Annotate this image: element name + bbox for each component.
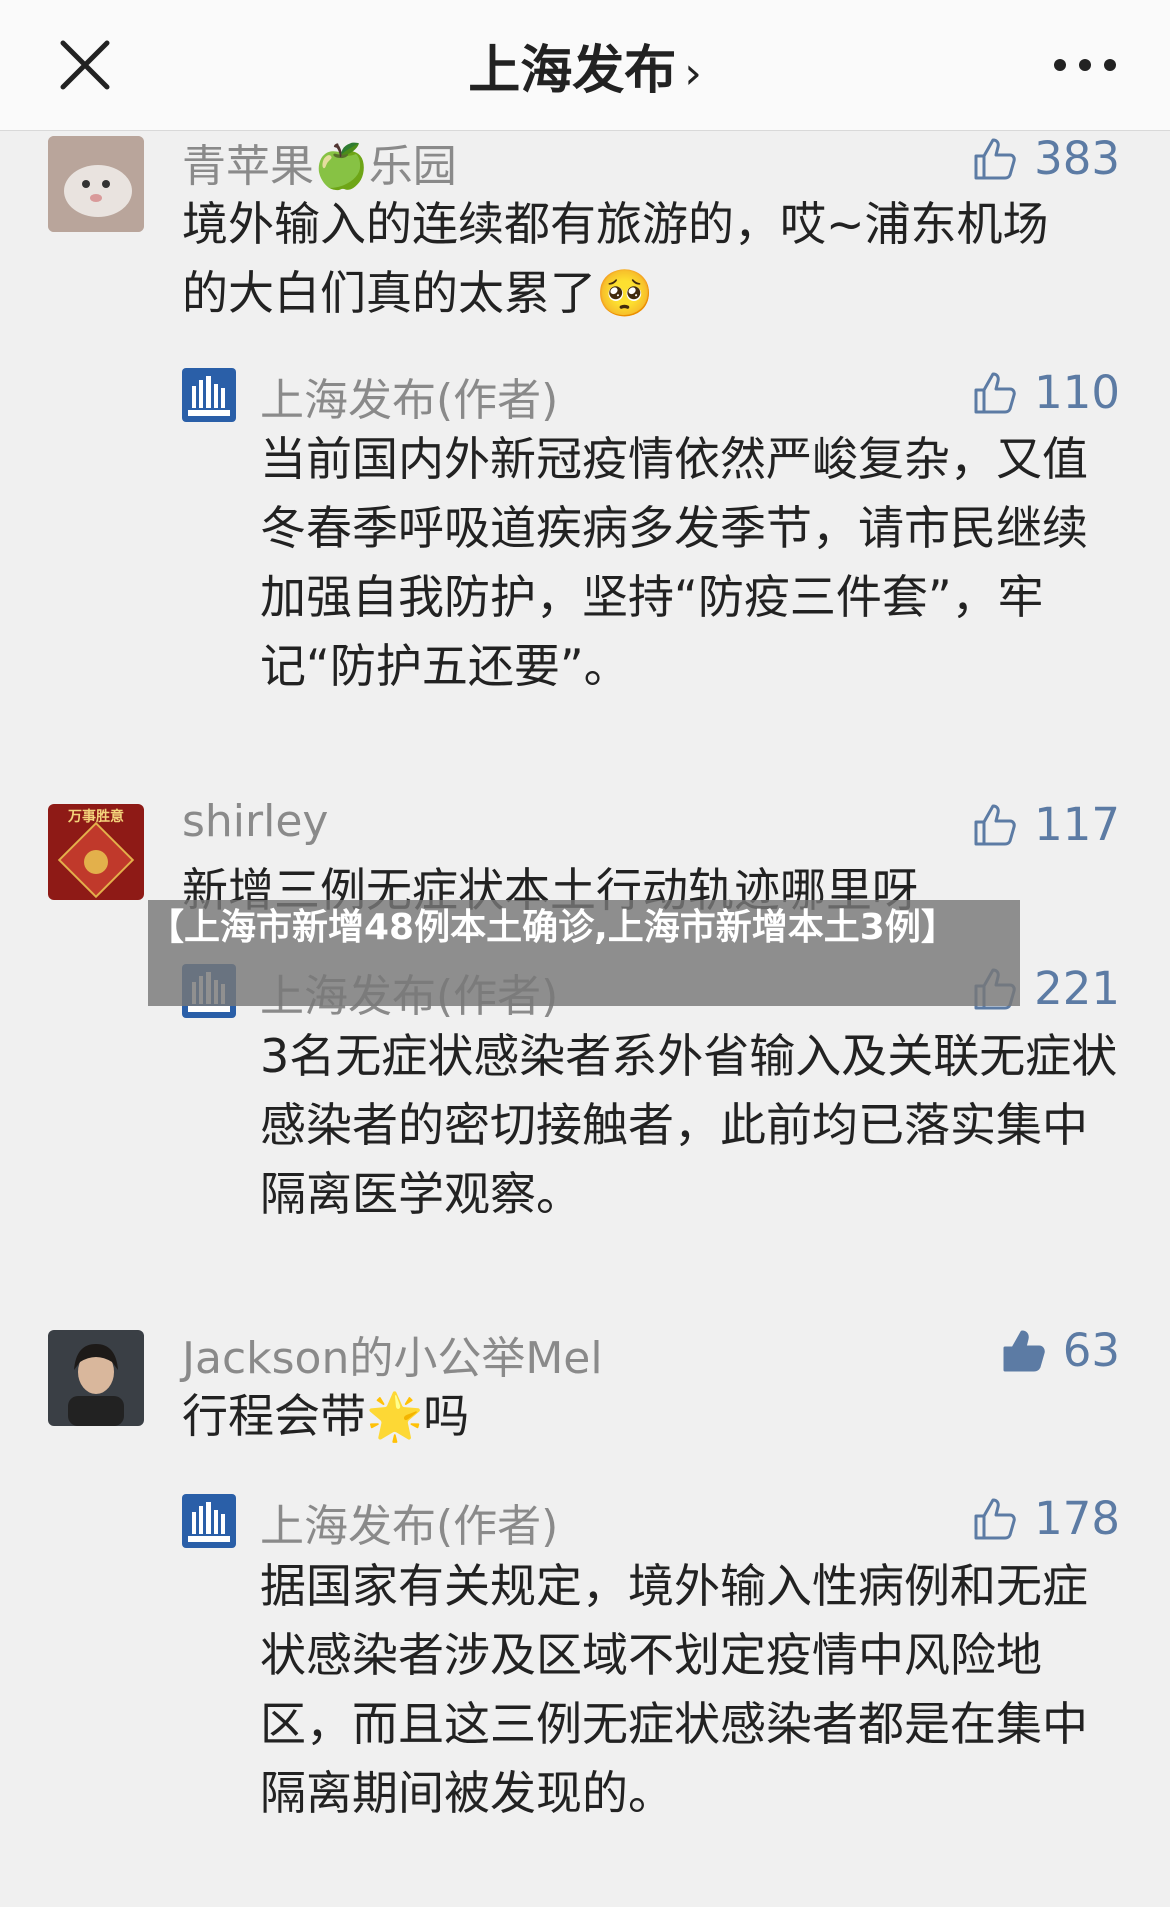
caption-overlay: 【上海市新增48例本土确诊,上海市新增本土3例】 <box>148 900 1020 1006</box>
like-count: 383 <box>1034 132 1120 185</box>
like-button[interactable]: 110 <box>970 366 1120 419</box>
comment-text: 境外输入的连续都有旅游的，哎~浦东机场的大白们真的太累了🥺 <box>182 197 1049 320</box>
comment-username[interactable]: 青苹果🍏乐园 <box>182 130 457 194</box>
chevron-right-icon: › <box>684 48 702 99</box>
reply-text: 3名无症状感染者系外省输入及关联无症状感染者的密切接触者，此前均已落实集中隔离医… <box>260 1029 1118 1221</box>
author-avatar <box>182 1494 236 1548</box>
comment-username[interactable]: shirley <box>182 796 328 847</box>
like-count: 178 <box>1034 1492 1120 1545</box>
thumbs-up-filled-icon <box>1003 1330 1045 1371</box>
like-button[interactable]: 117 <box>970 798 1120 851</box>
page-title[interactable]: 上海发布 › <box>0 28 1170 103</box>
like-count: 117 <box>1034 798 1120 851</box>
reply-username[interactable]: 上海发布(作者) <box>260 1490 558 1554</box>
reply-text: 据国家有关规定，境外输入性病例和无症状感染者涉及区域不划定疫情中风险地区，而且这… <box>260 1559 1088 1820</box>
like-button[interactable]: 63 <box>999 1324 1120 1377</box>
thumbs-up-icon <box>974 1498 1016 1539</box>
like-button[interactable]: 178 <box>970 1492 1120 1545</box>
like-button[interactable]: 383 <box>970 132 1120 185</box>
avatar[interactable]: 万事胜意 <box>48 804 144 900</box>
thumbs-up-icon <box>974 804 1016 845</box>
caption-text: 【上海市新增48例本土确诊,上海市新增本土3例】 <box>148 907 957 948</box>
avatar[interactable] <box>48 1330 144 1426</box>
comment-username[interactable]: Jackson的小公举Mel <box>182 1322 603 1386</box>
reply-username[interactable]: 上海发布(作者) <box>260 364 558 428</box>
comment-text: 行程会带🌟吗 <box>182 1389 470 1443</box>
reply-text: 当前国内外新冠疫情依然严峻复杂，又值冬春季呼吸道疾病多发季节，请市民继续加强自我… <box>260 432 1088 693</box>
more-options-icon[interactable] <box>1050 45 1120 85</box>
thumbs-up-icon <box>974 138 1016 179</box>
avatar[interactable] <box>48 136 144 232</box>
thumbs-up-icon <box>974 372 1016 413</box>
like-count: 63 <box>1062 1324 1120 1377</box>
like-count: 221 <box>1034 962 1120 1015</box>
nav-header: 上海发布 › <box>0 0 1170 131</box>
like-count: 110 <box>1034 366 1120 419</box>
author-avatar <box>182 368 236 422</box>
avatar-caption: 万事胜意 <box>68 809 124 825</box>
